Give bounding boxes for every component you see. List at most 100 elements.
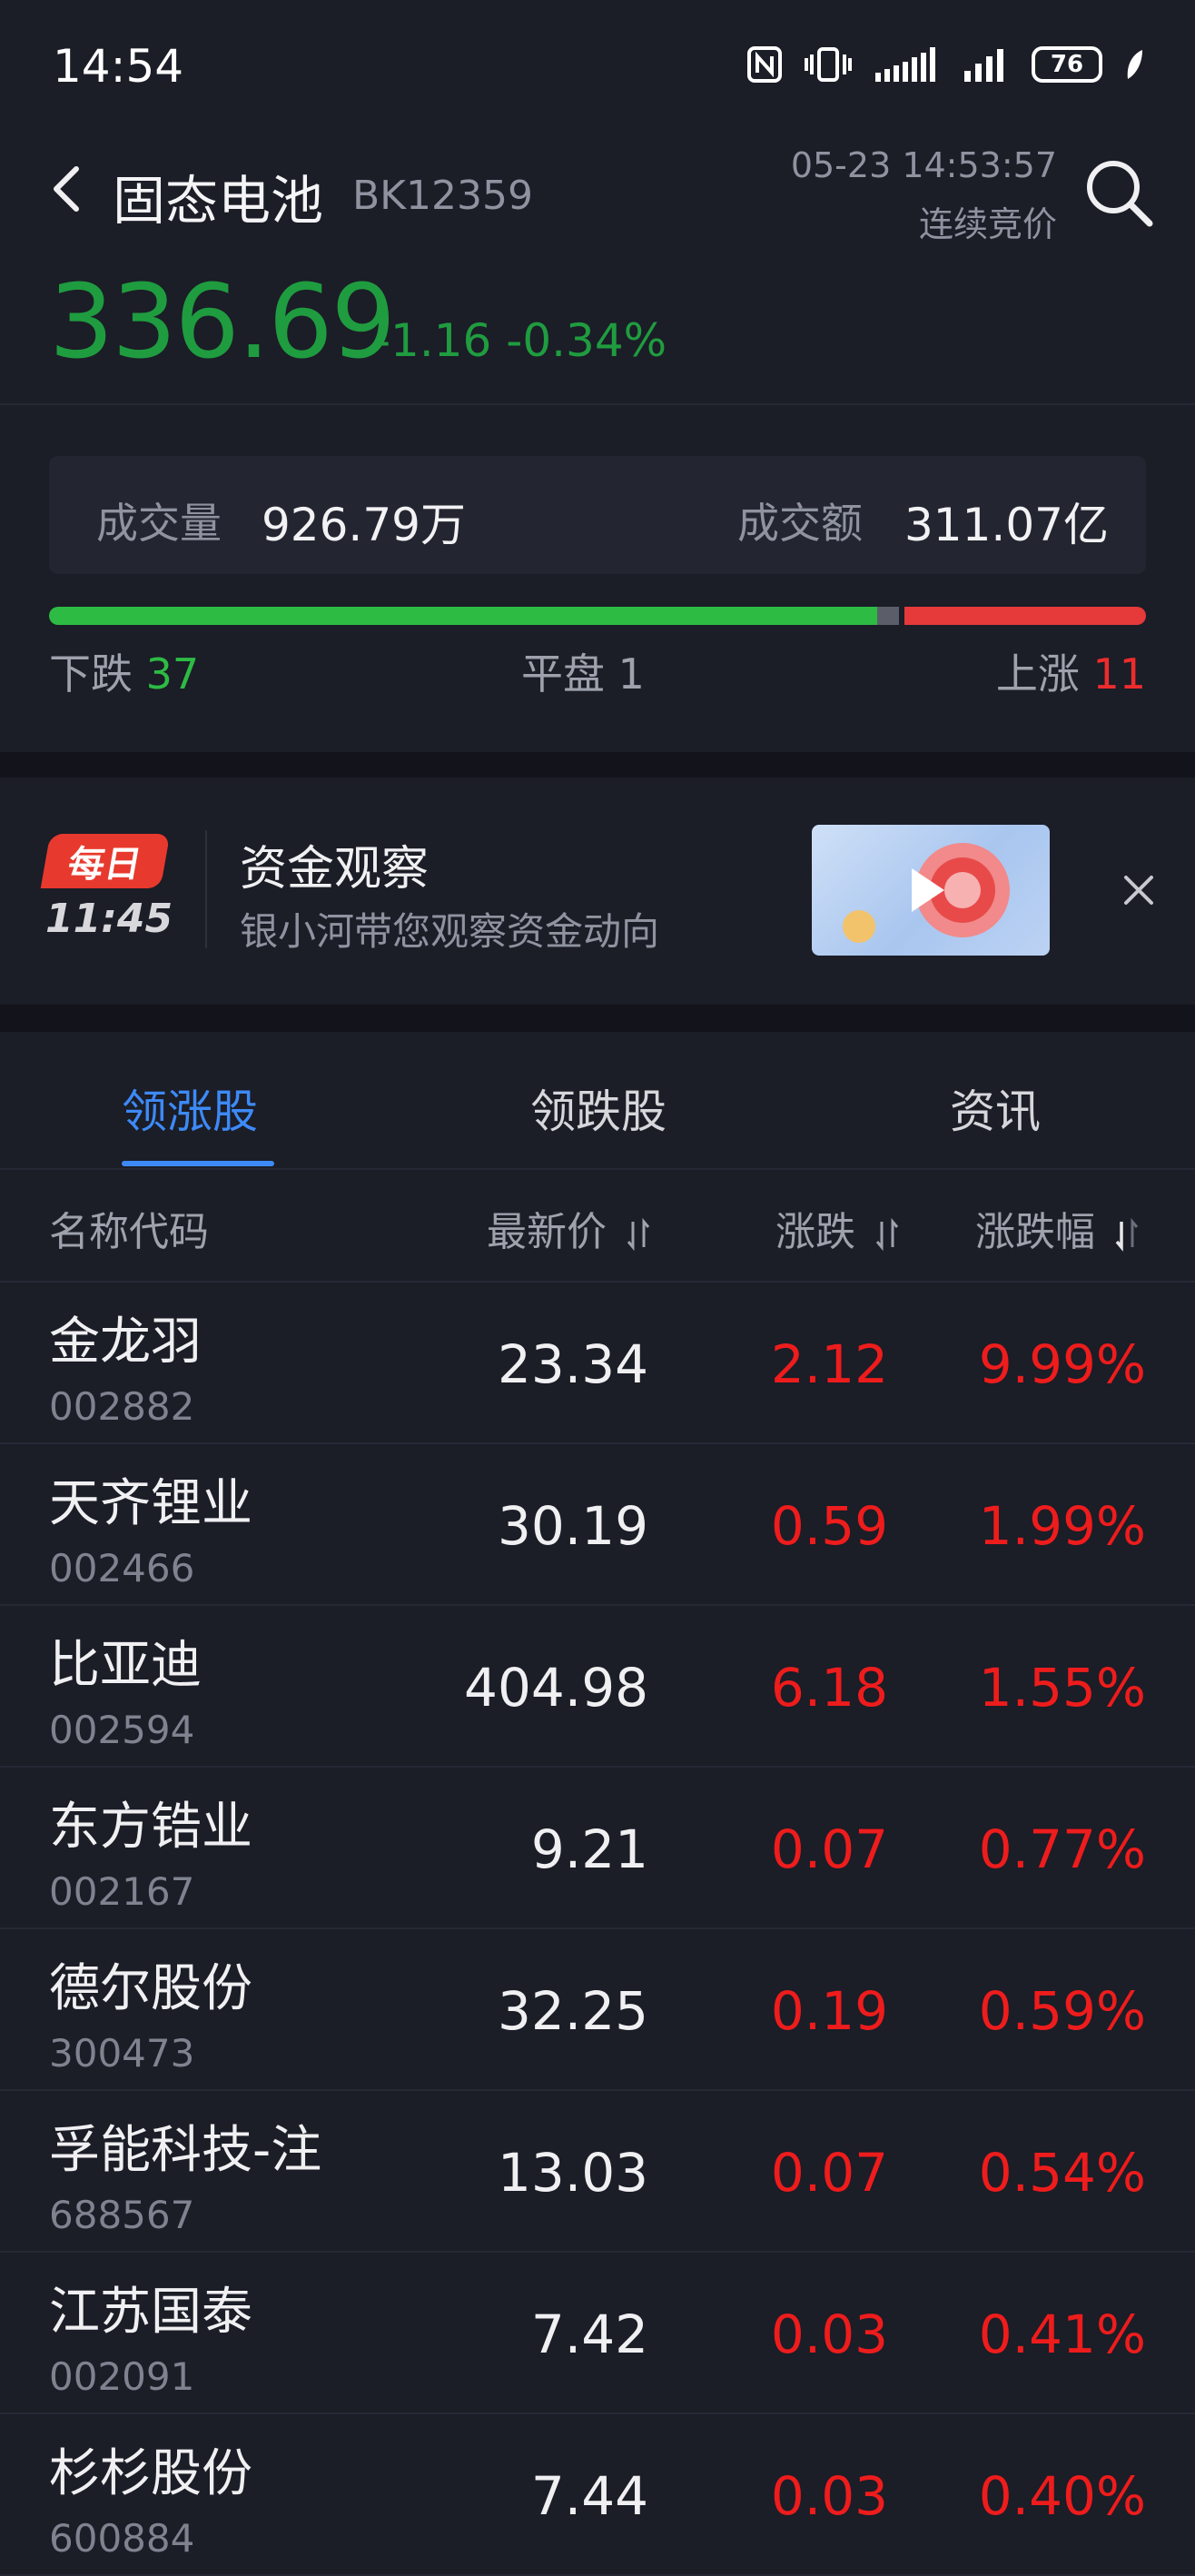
section-gap bbox=[0, 1005, 1195, 1032]
stock-change: 0.07 bbox=[770, 2142, 888, 2204]
sort-icon bbox=[875, 1217, 899, 1252]
vibrate-icon bbox=[805, 47, 852, 82]
amount-label: 成交额 bbox=[737, 499, 863, 548]
current-price: 336.69 bbox=[49, 263, 396, 381]
stock-name: 天齐锂业 bbox=[49, 1474, 252, 1533]
stock-code: 002594 bbox=[49, 1708, 195, 1752]
page-title: 固态电池 bbox=[113, 170, 324, 232]
tab-bar: 领涨股 领跌股 资讯 bbox=[0, 1032, 1195, 1168]
header: 固态电池 BK12359 05-23 14:53:57 连续竞价 bbox=[0, 145, 1195, 254]
status-time: 14:54 bbox=[53, 40, 184, 93]
stock-price: 30.19 bbox=[497, 1495, 648, 1557]
tab-top-losers[interactable]: 领跌股 bbox=[530, 1075, 667, 1141]
stock-row[interactable]: 东方锆业 002167 9.21 0.07 0.77% bbox=[0, 1768, 1195, 1929]
breadth-down-segment bbox=[49, 607, 877, 625]
column-price-label: 最新价 bbox=[487, 1209, 607, 1255]
status-icons: 76 bbox=[746, 45, 1144, 84]
stock-row[interactable]: 比亚迪 002594 404.98 6.18 1.55% bbox=[0, 1606, 1195, 1768]
stock-code: 688567 bbox=[49, 2193, 195, 2237]
stock-name: 比亚迪 bbox=[49, 1636, 202, 1695]
stock-change-pct: 9.99% bbox=[978, 1333, 1146, 1395]
breadth-up-segment bbox=[904, 607, 1146, 625]
stock-name: 江苏国泰 bbox=[49, 2283, 252, 2342]
stock-change: 0.07 bbox=[770, 1818, 888, 1880]
column-change-pct[interactable]: 涨跌幅 bbox=[975, 1199, 1141, 1257]
badge-label: 每日 bbox=[40, 834, 171, 888]
breadth-bar bbox=[49, 607, 1146, 625]
down-label: 下跌 bbox=[49, 649, 133, 698]
stock-change: 2.12 bbox=[770, 1333, 888, 1395]
stock-row[interactable]: 孚能科技-注 688567 13.03 0.07 0.54% bbox=[0, 2091, 1195, 2253]
stock-name: 东方锆业 bbox=[49, 1798, 252, 1857]
banner-divider bbox=[205, 830, 207, 948]
stock-change-pct: 1.99% bbox=[978, 1495, 1146, 1557]
price-change: -1.16 -0.34% bbox=[374, 314, 667, 367]
back-icon[interactable] bbox=[42, 162, 96, 216]
down-count: 下跌 37 bbox=[49, 641, 199, 701]
tab-news[interactable]: 资讯 bbox=[950, 1075, 1041, 1141]
stock-row[interactable]: 杉杉股份 600884 7.44 0.03 0.40% bbox=[0, 2414, 1195, 2576]
stock-change: 6.18 bbox=[770, 1657, 888, 1719]
column-change[interactable]: 涨跌 bbox=[775, 1199, 901, 1257]
change-value: -1.16 bbox=[374, 314, 492, 367]
stock-code: 002091 bbox=[49, 2354, 195, 2399]
stock-code: 600884 bbox=[49, 2516, 195, 2561]
flat-count: 平盘 1 bbox=[521, 641, 645, 701]
stock-change-pct: 0.77% bbox=[978, 1818, 1146, 1880]
stock-name: 金龙羽 bbox=[49, 1313, 202, 1372]
stock-code: 300473 bbox=[49, 2031, 195, 2076]
stock-row[interactable]: 德尔股份 300473 32.25 0.19 0.59% bbox=[0, 1929, 1195, 2091]
tab-top-gainers[interactable]: 领涨股 bbox=[122, 1075, 258, 1141]
promo-banner[interactable]: 每日 11:45 资金观察 银小河带您观察资金动向 bbox=[0, 778, 1195, 1005]
stock-change-pct: 0.41% bbox=[978, 2304, 1146, 2365]
stock-change-pct: 0.59% bbox=[978, 1980, 1146, 2042]
stock-row[interactable]: 金龙羽 002882 23.34 2.12 9.99% bbox=[0, 1283, 1195, 1444]
badge-time: 11:45 bbox=[45, 896, 173, 942]
stock-change-pct: 0.40% bbox=[978, 2465, 1146, 2527]
volume-label: 成交量 bbox=[96, 499, 222, 548]
divider bbox=[0, 1168, 1195, 1170]
stock-change: 0.19 bbox=[770, 1980, 888, 2042]
stock-row[interactable]: 天齐锂业 002466 30.19 0.59 1.99% bbox=[0, 1444, 1195, 1606]
battery-icon: 76 bbox=[1032, 46, 1102, 83]
up-count: 上涨 11 bbox=[996, 641, 1146, 701]
stock-name: 杉杉股份 bbox=[49, 2444, 252, 2503]
stock-change-pct: 0.54% bbox=[978, 2142, 1146, 2204]
video-thumbnail[interactable] bbox=[812, 825, 1050, 956]
search-icon[interactable] bbox=[1081, 154, 1157, 231]
trading-status: 连续竞价 bbox=[918, 204, 1057, 244]
signal-icon-2 bbox=[964, 49, 1003, 82]
column-price[interactable]: 最新价 bbox=[487, 1199, 652, 1257]
signal-icon bbox=[875, 47, 935, 82]
stock-price: 32.25 bbox=[497, 1980, 648, 2042]
stock-code: 002882 bbox=[49, 1384, 195, 1429]
sort-desc-icon bbox=[1115, 1217, 1139, 1252]
nfc-icon bbox=[747, 46, 782, 83]
leaf-icon bbox=[1127, 50, 1142, 79]
divider bbox=[0, 403, 1195, 405]
tab-active-indicator bbox=[122, 1161, 274, 1166]
stock-name: 德尔股份 bbox=[49, 1959, 252, 2018]
stock-price: 13.03 bbox=[497, 2142, 648, 2204]
flat-label: 平盘 bbox=[521, 649, 605, 698]
up-label: 上涨 bbox=[995, 649, 1080, 698]
stock-code: 002466 bbox=[49, 1546, 195, 1590]
stock-row[interactable]: 江苏国泰 002091 7.42 0.03 0.41% bbox=[0, 2253, 1195, 2414]
sort-icon bbox=[627, 1217, 650, 1252]
stock-price: 23.34 bbox=[497, 1333, 648, 1395]
stock-price: 9.21 bbox=[530, 1818, 648, 1880]
column-name-code: 名称代码 bbox=[49, 1209, 209, 1255]
column-change-label: 涨跌 bbox=[775, 1209, 855, 1255]
flat-number: 1 bbox=[617, 649, 645, 698]
daily-badge: 每日 11:45 bbox=[40, 834, 173, 943]
stock-change: 0.03 bbox=[770, 2465, 888, 2527]
play-icon bbox=[843, 843, 1010, 943]
stock-name: 孚能科技-注 bbox=[49, 2121, 322, 2180]
section-gap bbox=[0, 752, 1195, 778]
stock-price: 7.42 bbox=[530, 2304, 648, 2365]
column-change-pct-label: 涨跌幅 bbox=[975, 1209, 1095, 1255]
close-icon[interactable] bbox=[1117, 868, 1160, 912]
breadth-flat-segment bbox=[877, 607, 899, 625]
stock-code: 002167 bbox=[49, 1869, 195, 1914]
banner-title: 资金观察 bbox=[240, 842, 430, 897]
